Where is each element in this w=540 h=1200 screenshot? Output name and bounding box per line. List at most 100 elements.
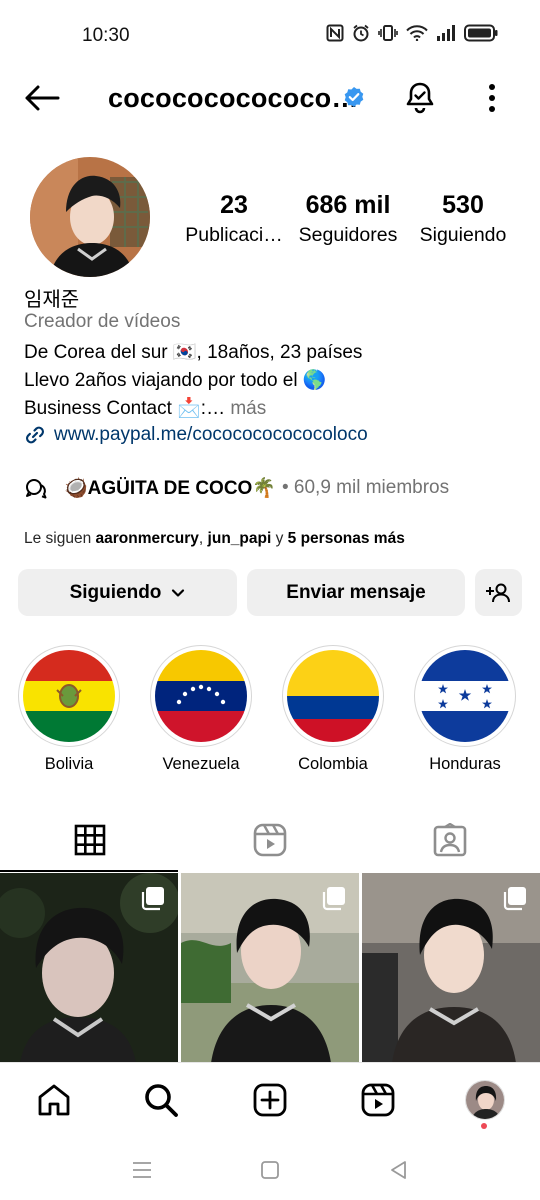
venezuela-flag-icon (155, 650, 247, 742)
bottom-navigation (0, 1062, 540, 1140)
highlight-colombia[interactable]: Colombia (281, 645, 385, 774)
followers-count[interactable]: 686 mil Seguidores (294, 190, 402, 248)
create-icon (253, 1083, 287, 1117)
followed-by[interactable]: Le siguen aaronmercury, jun_papi y 5 per… (24, 530, 405, 548)
notifications-bell-button[interactable] (402, 80, 438, 116)
link-icon (26, 426, 44, 444)
channel-name: 🥥AGÜITA DE COCO🌴 (64, 478, 276, 499)
channel-icon (26, 479, 47, 499)
display-name: 임재준 (24, 289, 80, 311)
channel-members: • 60,9 mil miembros (281, 477, 450, 498)
more-vertical-icon (489, 84, 495, 112)
menu-lines-icon (133, 1162, 151, 1178)
system-navigation-bar (0, 1140, 540, 1200)
highlight-label: Honduras (429, 755, 501, 773)
wifi-icon (406, 25, 428, 41)
vibrate-icon (378, 25, 398, 41)
multiple-posts-icon (141, 887, 164, 911)
status-bar: 10:30 (0, 0, 540, 72)
bell-check-icon (406, 82, 434, 114)
bio-more-link[interactable]: más (225, 398, 266, 419)
reels-icon (361, 1083, 395, 1117)
chevron-down-icon (172, 588, 185, 597)
tab-posts[interactable] (0, 808, 180, 872)
highlight-ring (414, 645, 516, 747)
nav-search[interactable] (141, 1080, 181, 1120)
posts-count[interactable]: 23 Publicaci… (184, 190, 284, 248)
post-thumbnail[interactable] (181, 873, 359, 1063)
nav-create[interactable] (250, 1080, 290, 1120)
notification-dot (481, 1123, 487, 1129)
status-time: 10:30 (82, 25, 130, 46)
highlight-label: Colombia (298, 755, 368, 773)
highlight-ring (150, 645, 252, 747)
honduras-flag-icon (419, 650, 511, 742)
post-thumbnail[interactable] (0, 873, 178, 1063)
bio-line: Business Contact 📩:… más (24, 395, 362, 423)
back-system-button[interactable] (385, 1156, 413, 1184)
reels-icon (253, 823, 287, 857)
nav-reels[interactable] (358, 1080, 398, 1120)
tab-reels[interactable] (180, 808, 360, 872)
profile-category: Creador de vídeos (24, 311, 181, 332)
profile-header: cococococococo… (0, 72, 540, 124)
add-person-icon (485, 583, 510, 602)
profile-tabs (0, 808, 540, 872)
verified-badge-icon (344, 87, 364, 107)
send-message-button[interactable]: Enviar mensaje (247, 569, 465, 616)
highlight-ring (282, 645, 384, 747)
multiple-posts-icon (503, 887, 526, 911)
followed-by-user: aaronmercury (95, 530, 199, 547)
stat-label: Siguiendo (419, 224, 507, 246)
following-count[interactable]: 530 Siguiendo (415, 190, 511, 248)
bio-line-text: Business Contact 📩:… (24, 398, 226, 419)
more-options-button[interactable] (478, 82, 506, 114)
profile-link[interactable]: www.paypal.me/cococococococoloco (24, 424, 368, 446)
stat-value: 23 (220, 191, 248, 219)
back-button[interactable] (22, 82, 62, 114)
home-icon (38, 1084, 70, 1116)
followed-by-user: jun_papi (207, 530, 272, 547)
signal-icon (437, 25, 455, 41)
followed-by-separator: y (271, 530, 288, 547)
posts-grid (0, 873, 540, 1063)
bio-line: Llevo 2años viajando por todo el 🌎 (24, 370, 327, 391)
followed-by-rest: 5 personas más (287, 530, 405, 547)
search-icon (145, 1084, 178, 1117)
highlight-ring (18, 645, 120, 747)
profile-avatar[interactable] (30, 157, 150, 277)
profile-username: cococococococo… (108, 83, 359, 113)
followed-by-prefix: Le siguen (24, 530, 96, 547)
highlight-venezuela[interactable]: Venezuela (149, 645, 253, 774)
highlight-bolivia[interactable]: Bolivia (17, 645, 121, 774)
status-icons (326, 24, 498, 42)
alarm-icon (353, 24, 369, 42)
stat-label: Publicaci… (185, 224, 283, 246)
tagged-icon (433, 823, 467, 857)
following-button[interactable]: Siguiendo (18, 569, 237, 616)
square-icon (261, 1161, 279, 1179)
send-message-label: Enviar mensaje (286, 581, 426, 603)
profile-avatar (465, 1080, 505, 1120)
arrow-left-icon (25, 85, 60, 111)
profile-bio: De Corea del sur 🇰🇷, 18años, 23 países L… (24, 339, 362, 423)
home-system-button[interactable] (256, 1156, 284, 1184)
highlight-label: Bolivia (44, 755, 94, 773)
tab-tagged[interactable] (360, 808, 540, 872)
following-button-label: Siguiendo (69, 581, 162, 603)
suggested-users-button[interactable] (475, 569, 522, 616)
highlight-honduras[interactable]: Honduras (413, 645, 517, 774)
link-text: www.paypal.me/cococococococoloco (54, 424, 368, 445)
bolivia-flag-icon (23, 650, 115, 742)
nav-home[interactable] (34, 1080, 74, 1120)
recent-apps-button[interactable] (128, 1156, 156, 1184)
stat-value: 686 mil (305, 191, 391, 219)
followed-by-separator: , (198, 530, 208, 547)
stat-label: Seguidores (298, 224, 398, 246)
broadcast-channel[interactable]: 🥥AGÜITA DE COCO🌴 • 60,9 mil miembros (24, 476, 449, 500)
post-thumbnail[interactable] (362, 873, 540, 1063)
nfc-icon (326, 24, 344, 42)
battery-icon (464, 24, 498, 42)
nav-profile[interactable] (465, 1080, 505, 1120)
multiple-posts-icon (322, 887, 345, 911)
